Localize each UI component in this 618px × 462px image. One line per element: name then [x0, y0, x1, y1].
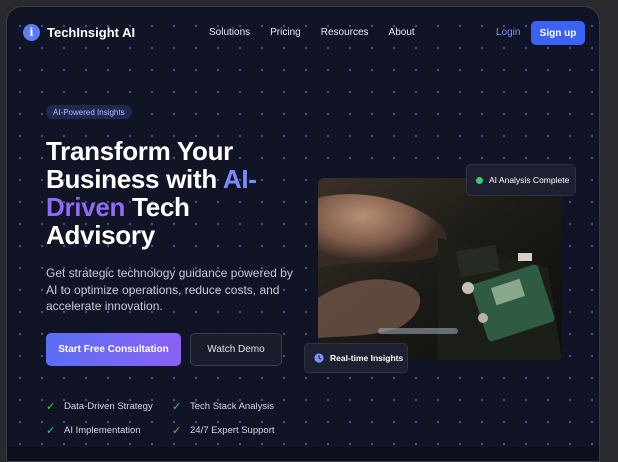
check-icon: ✓	[46, 400, 56, 413]
nav-link-about[interactable]: About	[389, 27, 415, 38]
nav-link-resources[interactable]: Resources	[321, 27, 369, 38]
feature-label: Tech Stack Analysis	[190, 400, 274, 412]
check-icon: ✓	[46, 424, 56, 437]
hero-image	[318, 178, 562, 360]
signup-button[interactable]: Sign up	[531, 21, 585, 45]
analysis-status-card: AI Analysis Complete	[466, 164, 576, 196]
status-dot-icon	[476, 176, 483, 184]
feature-label: AI Implementation	[64, 424, 141, 436]
hero-badge: AI-Powered Insights	[46, 105, 132, 119]
analysis-status-text: AI Analysis Complete	[489, 175, 570, 185]
check-icon: ✓	[172, 400, 182, 413]
feature-label: Data-Driven Strategy	[64, 400, 153, 412]
login-link[interactable]: Login	[496, 27, 520, 38]
brand-name: TechInsight AI	[47, 25, 136, 40]
nav-link-solutions[interactable]: Solutions	[209, 27, 250, 38]
top-nav: i TechInsight AI Solutions Pricing Resou…	[7, 7, 599, 59]
circuit-board-photo	[318, 178, 562, 360]
nav-link-pricing[interactable]: Pricing	[270, 27, 301, 38]
headline-accent-driven: Driven	[46, 192, 126, 222]
feature-label: 24/7 Expert Support	[190, 424, 275, 436]
check-icon: ✓	[172, 424, 182, 437]
realtime-insights-text: Real-time Insights	[330, 353, 404, 363]
feature-item: ✓ Tech Stack Analysis	[172, 399, 302, 413]
nav-links: Solutions Pricing Resources About	[209, 27, 435, 38]
headline-accent-ai: AI-	[222, 164, 257, 194]
hero-subtitle: Get strategic technology guidance powere…	[46, 266, 293, 313]
info-logo-icon: i	[23, 24, 40, 41]
hero-headline: Transform Your Business with AI- Driven T…	[46, 137, 296, 249]
realtime-insights-card: Real-time Insights	[304, 343, 408, 373]
feature-item: ✓ 24/7 Expert Support	[172, 423, 302, 437]
feature-item: ✓ AI Implementation	[46, 423, 172, 437]
clock-icon	[314, 353, 324, 363]
brand-logo[interactable]: i TechInsight AI	[23, 24, 135, 41]
feature-list: ✓ Data-Driven Strategy ✓ Tech Stack Anal…	[46, 399, 306, 437]
browser-frame: i TechInsight AI Solutions Pricing Resou…	[6, 6, 600, 462]
watch-demo-button[interactable]: Watch Demo	[190, 333, 282, 366]
section-divider	[7, 447, 599, 461]
feature-item: ✓ Data-Driven Strategy	[46, 399, 172, 413]
start-consultation-button[interactable]: Start Free Consultation	[46, 333, 181, 366]
headline-part1: Transform Your Business with	[46, 136, 233, 194]
